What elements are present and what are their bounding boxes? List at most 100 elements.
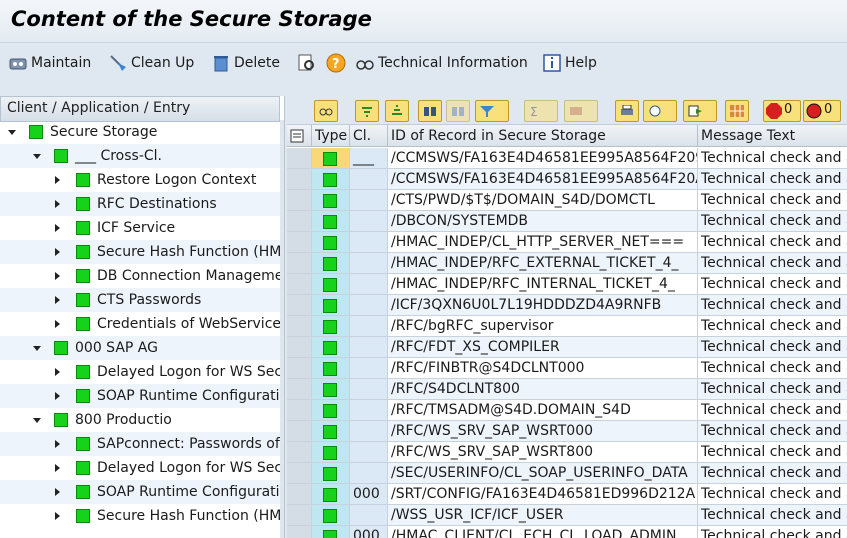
- table-row[interactable]: /SEC/USERINFO/CL_SOAP_USERINFO_DATA Techn…: [287, 463, 847, 484]
- details-button[interactable]: [314, 100, 338, 122]
- find-button[interactable]: [297, 51, 320, 75]
- row-selector[interactable]: [287, 253, 312, 274]
- tree-node[interactable]: 800 Productio: [0, 408, 284, 432]
- select-all-header[interactable]: [287, 125, 312, 147]
- row-selector[interactable]: [287, 421, 312, 442]
- technical-information-button[interactable]: Technical Information: [355, 51, 528, 75]
- table-row[interactable]: /DBCON/SYSTEMDB Technical check and a: [287, 211, 847, 232]
- row-selector[interactable]: [287, 337, 312, 358]
- find-next-button[interactable]: [446, 100, 470, 122]
- row-selector[interactable]: [287, 484, 312, 505]
- tree-node[interactable]: Secure Hash Function (HMAC: [0, 240, 284, 264]
- table-row[interactable]: /CCMSWS/FA163E4D46581EE995A8564F20A Techn…: [287, 169, 847, 190]
- tree-node[interactable]: ___ Cross-Cl.: [0, 144, 284, 168]
- cleanup-button[interactable]: Clean Up: [108, 51, 194, 75]
- print-button[interactable]: [615, 100, 639, 122]
- row-selector[interactable]: [287, 211, 312, 232]
- table-row[interactable]: /ICF/3QXN6U0L7L19HDDDZD4A9RNFB Technical …: [287, 295, 847, 316]
- tree-scrollbar[interactable]: [280, 120, 284, 538]
- table-row[interactable]: /RFC/bgRFC_supervisor Technical check and…: [287, 316, 847, 337]
- table-row[interactable]: /RFC/S4DCLNT800 Technical check and a: [287, 379, 847, 400]
- tree-node[interactable]: Delayed Logon for WS Secur: [0, 360, 284, 384]
- table-row[interactable]: /RFC/TMSADM@S4D.DOMAIN_S4D Technical chec…: [287, 400, 847, 421]
- row-selector[interactable]: [287, 148, 312, 169]
- filter-icon: [480, 106, 494, 117]
- id-column-header[interactable]: ID of Record in Secure Storage: [388, 125, 698, 147]
- row-selector[interactable]: [287, 505, 312, 526]
- subtotal-button[interactable]: [564, 100, 598, 122]
- error-count-button[interactable]: 0: [803, 100, 841, 122]
- tree-node[interactable]: CTS Passwords: [0, 288, 284, 312]
- collapse-arrow-icon[interactable]: [55, 440, 60, 448]
- collapse-arrow-icon[interactable]: [55, 464, 60, 472]
- expand-arrow-icon[interactable]: [8, 130, 16, 135]
- layout-button[interactable]: [725, 100, 749, 122]
- message-column-header[interactable]: Message Text: [698, 125, 847, 147]
- delete-button[interactable]: Delete: [211, 51, 280, 75]
- type-column-header[interactable]: Type: [312, 125, 350, 147]
- row-selector[interactable]: [287, 274, 312, 295]
- table-row[interactable]: /HMAC_INDEP/CL_HTTP_SERVER_NET=== Technic…: [287, 232, 847, 253]
- expand-arrow-icon[interactable]: [33, 346, 41, 351]
- tree-node[interactable]: SAPconnect: Passwords of H: [0, 432, 284, 456]
- tree-node[interactable]: SOAP Runtime Configurations: [0, 384, 284, 408]
- collapse-arrow-icon[interactable]: [55, 512, 60, 520]
- collapse-arrow-icon[interactable]: [55, 392, 60, 400]
- tree-node[interactable]: 000 SAP AG: [0, 336, 284, 360]
- collapse-arrow-icon[interactable]: [55, 320, 60, 328]
- row-selector[interactable]: [287, 379, 312, 400]
- row-selector[interactable]: [287, 316, 312, 337]
- table-row[interactable]: /WSS_USR_ICF/ICF_USER Technical check and…: [287, 505, 847, 526]
- row-selector[interactable]: [287, 526, 312, 538]
- row-selector[interactable]: [287, 400, 312, 421]
- row-selector[interactable]: [287, 295, 312, 316]
- collapse-arrow-icon[interactable]: [55, 200, 60, 208]
- tree-node[interactable]: Credentials of WebServices f: [0, 312, 284, 336]
- row-selector[interactable]: [287, 463, 312, 484]
- find-grid-button[interactable]: [418, 100, 442, 122]
- table-row[interactable]: /RFC/WS_SRV_SAP_WSRT800 Technical check a…: [287, 442, 847, 463]
- table-row[interactable]: /RFC/FINBTR@S4DCLNT000 Technical check an…: [287, 358, 847, 379]
- row-selector[interactable]: [287, 169, 312, 190]
- tree-node[interactable]: Delayed Logon for WS Secur: [0, 456, 284, 480]
- row-selector[interactable]: [287, 190, 312, 211]
- views-button[interactable]: [643, 100, 677, 122]
- tree-node[interactable]: RFC Destinations: [0, 192, 284, 216]
- collapse-arrow-icon[interactable]: [55, 488, 60, 496]
- row-selector[interactable]: [287, 442, 312, 463]
- export-button[interactable]: [683, 100, 717, 122]
- help-button[interactable]: Help: [542, 51, 597, 75]
- tree-node[interactable]: Restore Logon Context: [0, 168, 284, 192]
- table-row[interactable]: /CTS/PWD/$T$/DOMAIN_S4D/DOMCTL Technical …: [287, 190, 847, 211]
- info-button[interactable]: ?: [326, 51, 349, 75]
- table-row[interactable]: ___/CCMSWS/FA163E4D46581EE995A8564F209 Te…: [287, 148, 847, 169]
- expand-arrow-icon[interactable]: [33, 154, 41, 159]
- tree-node[interactable]: Secure Hash Function (HMAC: [0, 504, 284, 528]
- collapse-arrow-icon[interactable]: [55, 272, 60, 280]
- tree-node[interactable]: Secure Storage: [0, 120, 284, 144]
- row-selector[interactable]: [287, 358, 312, 379]
- collapse-arrow-icon[interactable]: [55, 368, 60, 376]
- expand-arrow-icon[interactable]: [33, 418, 41, 423]
- table-row[interactable]: /HMAC_INDEP/RFC_EXTERNAL_TICKET_4_ Techni…: [287, 253, 847, 274]
- total-button[interactable]: Σ: [524, 100, 558, 122]
- collapse-arrow-icon[interactable]: [55, 224, 60, 232]
- table-row[interactable]: /RFC/WS_SRV_SAP_WSRT000 Technical check a…: [287, 421, 847, 442]
- table-row[interactable]: /RFC/FDT_XS_COMPILER Technical check and …: [287, 337, 847, 358]
- tree-node[interactable]: DB Connection Management: [0, 264, 284, 288]
- tree-node[interactable]: SOAP Runtime Configurations: [0, 480, 284, 504]
- table-row[interactable]: 000/SRT/CONFIG/FA163E4D46581ED996D212A Te…: [287, 484, 847, 505]
- client-column-header[interactable]: Cl.: [350, 125, 388, 147]
- filter-button[interactable]: [475, 100, 509, 122]
- table-row[interactable]: /HMAC_INDEP/RFC_INTERNAL_TICKET_4_ Techni…: [287, 274, 847, 295]
- table-row[interactable]: 000/HMAC_CLIENT/CL_ECH_CL_LOAD_ADMIN Tech…: [287, 526, 847, 538]
- tree-node[interactable]: ICF Service: [0, 216, 284, 240]
- row-selector[interactable]: [287, 232, 312, 253]
- collapse-arrow-icon[interactable]: [55, 248, 60, 256]
- collapse-arrow-icon[interactable]: [55, 296, 60, 304]
- collapse-arrow-icon[interactable]: [55, 176, 60, 184]
- sort-descending-button[interactable]: [385, 100, 409, 122]
- sort-ascending-button[interactable]: [355, 100, 379, 122]
- stop-count-button[interactable]: 0: [763, 100, 801, 122]
- maintain-button[interactable]: Maintain: [8, 51, 91, 75]
